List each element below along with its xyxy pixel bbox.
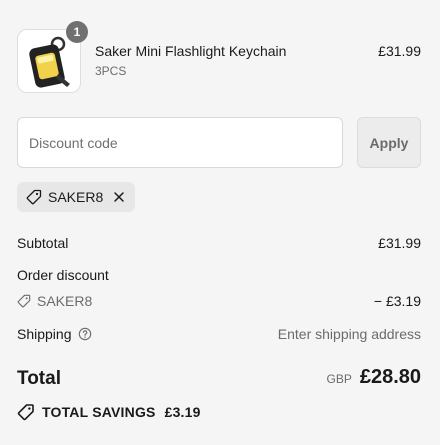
currency-code: GBP — [326, 372, 352, 386]
order-discount-code: SAKER8 — [37, 293, 93, 309]
order-discount-code-line: SAKER8 — [17, 293, 92, 309]
tag-icon — [26, 189, 42, 205]
product-name: Saker Mini Flashlight Keychain — [95, 43, 287, 59]
apply-discount-button[interactable]: Apply — [357, 117, 421, 168]
shipping-label: Shipping — [17, 326, 72, 342]
total-savings-label: TOTAL SAVINGS — [42, 404, 156, 420]
applied-discount-code: SAKER8 — [48, 189, 104, 205]
total-amount: £28.80 — [359, 366, 421, 388]
product-price: £31.99 — [378, 43, 421, 59]
subtotal-value: £31.99 — [378, 235, 421, 251]
total-savings: TOTAL SAVINGS £3.19 — [17, 403, 201, 421]
savings-tag-icon — [17, 404, 34, 421]
discount-code-input[interactable] — [17, 117, 343, 168]
total-savings-value: £3.19 — [164, 404, 201, 420]
subtotal-label: Subtotal — [17, 235, 69, 251]
applied-discount-chip: SAKER8 — [17, 182, 136, 212]
help-circle-icon — [78, 327, 91, 341]
shipping-label-group: Shipping — [17, 326, 92, 342]
order-discount-value: − £3.19 — [373, 293, 421, 309]
total-label: Total — [17, 368, 61, 389]
order-discount-label: Order discount — [17, 267, 109, 283]
quantity-badge: 1 — [66, 21, 88, 43]
tag-icon — [17, 294, 31, 308]
product-thumbnail-wrapper: 1 — [17, 21, 88, 93]
product-variant: 3PCS — [95, 64, 127, 78]
remove-discount-button[interactable] — [113, 191, 125, 203]
close-icon — [114, 192, 124, 202]
total-amount-group: GBP £28.80 — [326, 366, 421, 389]
shipping-value: Enter shipping address — [277, 326, 421, 342]
shipping-info-button[interactable] — [78, 327, 92, 341]
